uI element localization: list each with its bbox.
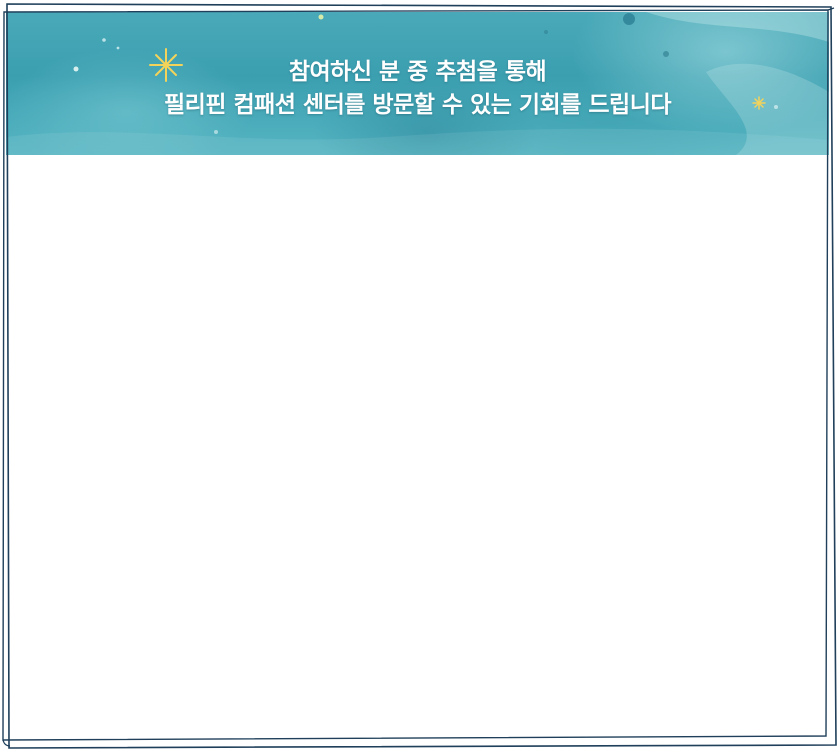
headline-line-1: 참여하신 분 중 추첨을 통해: [288, 59, 547, 85]
banner-headline: 참여하신 분 중 추첨을 통해 필리핀 컴패션 센터를 방문할 수 있는 기회를…: [6, 56, 829, 122]
headline-line-2: 필리핀 컴패션 센터를 방문할 수 있는 기회를 드립니다: [163, 92, 672, 118]
card-canvas: 참여하신 분 중 추첨을 통해 필리핀 컴패션 센터를 방문할 수 있는 기회를…: [0, 0, 839, 753]
header-banner: 참여하신 분 중 추첨을 통해 필리핀 컴패션 센터를 방문할 수 있는 기회를…: [6, 12, 829, 155]
